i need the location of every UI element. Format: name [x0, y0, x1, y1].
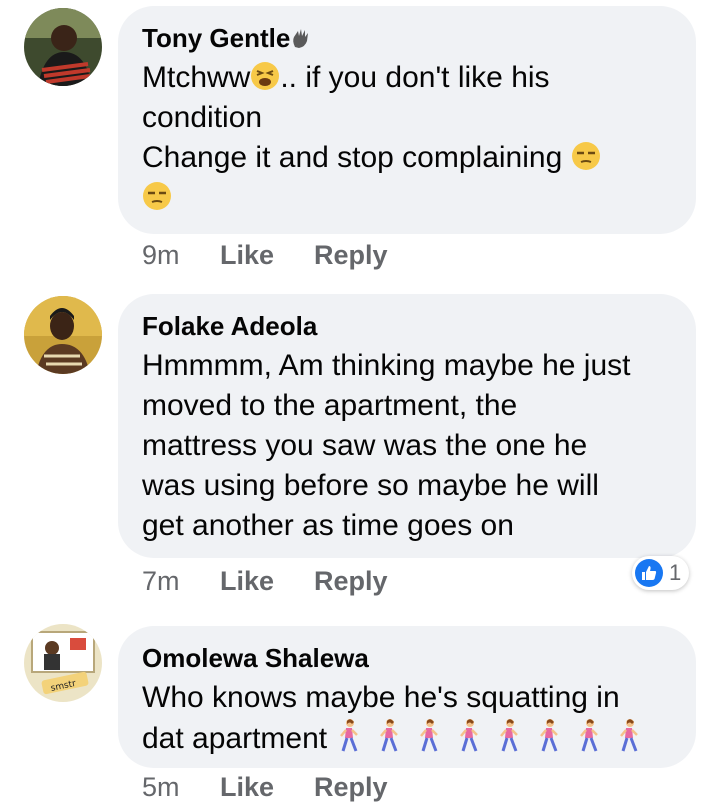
unamused-face-emoji-icon — [142, 181, 172, 211]
like-button[interactable]: Like — [220, 240, 314, 271]
reaction-count: 1 — [669, 560, 682, 585]
woman-walking-icon — [415, 718, 449, 752]
comment-author[interactable]: Tony Gentle — [142, 22, 672, 54]
reaction-summary[interactable]: 1 — [632, 556, 690, 590]
comment-bubble: Omolewa Shalewa Who knows maybe he's squ… — [118, 626, 696, 768]
comment-actions: 5m Like Reply — [142, 772, 388, 803]
reply-button[interactable]: Reply — [314, 566, 388, 597]
like-button[interactable]: Like — [220, 772, 314, 803]
woman-walking-icon — [575, 718, 609, 752]
comment-timestamp[interactable]: 5m — [142, 772, 220, 803]
woman-walking-icon — [615, 718, 649, 752]
comment-bubble: Folake Adeola Hmmmm, Am thinking maybe h… — [118, 294, 696, 558]
comment-bubble: Tony Gentle Mtchww.. if you don't like h… — [118, 6, 696, 234]
thumbs-up-icon — [635, 559, 663, 587]
avatar[interactable]: smstr — [24, 624, 102, 702]
comment-text: Hmmmm, Am thinking maybe he just moved t… — [142, 349, 631, 542]
comment-text: Who knows maybe he's squatting in dat ap… — [142, 678, 672, 759]
comment-timestamp[interactable]: 9m — [142, 240, 220, 271]
reply-button[interactable]: Reply — [314, 772, 388, 803]
woman-walking-icon — [335, 718, 369, 752]
comment-author[interactable]: Omolewa Shalewa — [142, 642, 672, 674]
woman-walking-icon — [535, 718, 569, 752]
comment-timestamp[interactable]: 7m — [142, 566, 220, 597]
waving-hand-icon — [290, 24, 312, 48]
woman-walking-icon — [495, 718, 529, 752]
avatar[interactable] — [24, 296, 102, 374]
comment-author[interactable]: Folake Adeola — [142, 310, 672, 342]
comment-actions: 7m Like Reply — [142, 566, 388, 597]
like-button[interactable]: Like — [220, 566, 314, 597]
comment-actions: 9m Like Reply — [142, 240, 388, 271]
woman-walking-icon — [375, 718, 409, 752]
woman-walking-emoji-row — [335, 719, 649, 755]
woman-walking-icon — [455, 718, 489, 752]
avatar[interactable] — [24, 8, 102, 86]
comment-text: Mtchww.. if you don't like his condition… — [142, 58, 672, 218]
reply-button[interactable]: Reply — [314, 240, 388, 271]
unamused-face-emoji-icon — [571, 141, 601, 171]
tired-face-emoji-icon — [250, 61, 280, 91]
